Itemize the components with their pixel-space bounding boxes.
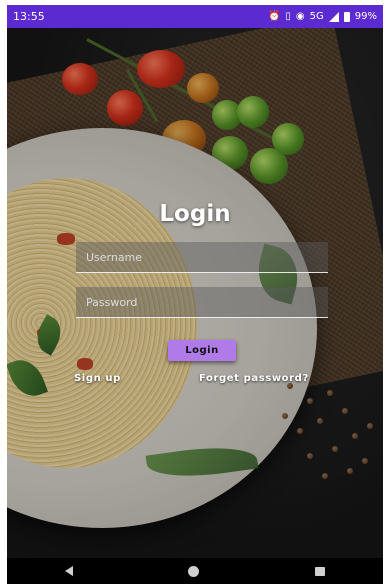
status-time: 13:55 <box>13 10 45 23</box>
phone-screen: 13:55 ⏰ ▯ ◉ 5G 99% Login Username Login … <box>7 5 383 584</box>
navigation-bar <box>7 558 383 584</box>
password-input[interactable] <box>84 294 320 310</box>
home-icon[interactable] <box>188 565 200 577</box>
login-button[interactable]: Login <box>168 340 236 361</box>
password-field[interactable] <box>76 287 328 318</box>
back-icon[interactable] <box>64 566 73 576</box>
username-field[interactable] <box>76 242 328 273</box>
username-input[interactable] <box>84 249 320 265</box>
battery-percent: 99% <box>354 11 377 22</box>
hotspot-icon: ◉ <box>295 11 305 22</box>
recent-apps-icon[interactable] <box>315 566 326 576</box>
sign-up-link[interactable]: Sign up <box>74 373 121 384</box>
battery-icon <box>343 11 350 22</box>
forgot-password-link[interactable]: Forget password? <box>199 373 309 384</box>
volte-icon: ▯ <box>285 11 291 22</box>
page-title: Login <box>159 201 231 227</box>
network-label: 5G <box>309 11 324 22</box>
status-bar: 13:55 ⏰ ▯ ◉ 5G 99% <box>7 5 383 28</box>
alarm-icon: ⏰ <box>267 11 281 22</box>
signal-icon <box>328 11 339 22</box>
status-icons: ⏰ ▯ ◉ 5G 99% <box>268 11 377 22</box>
